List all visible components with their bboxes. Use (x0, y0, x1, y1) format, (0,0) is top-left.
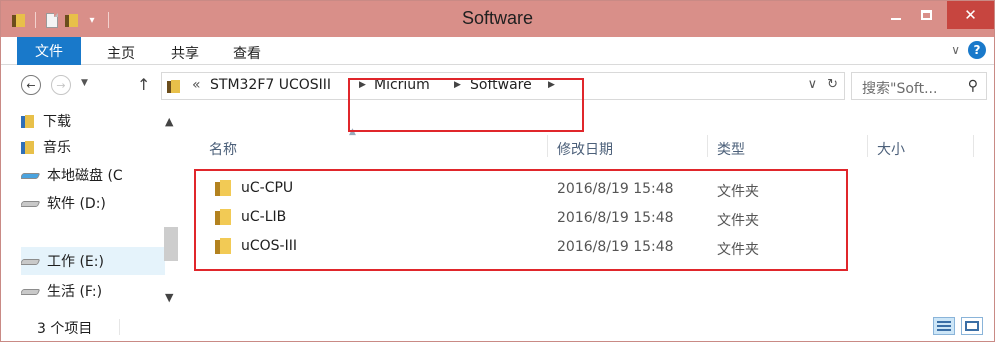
minimize-icon (891, 18, 901, 20)
expand-ribbon-chevron-icon[interactable]: ∨ (951, 43, 960, 57)
nav-item-label: 音乐 (43, 140, 71, 156)
details-view-button[interactable] (933, 317, 955, 335)
breadcrumb-overflow[interactable]: « (192, 77, 201, 93)
nav-item-label: 下载 (43, 114, 71, 130)
search-placeholder: 搜索"Soft... (862, 81, 938, 97)
nav-item-drive-e[interactable]: 工作 (E:) (21, 247, 165, 275)
drive-icon (21, 256, 41, 266)
column-header-size[interactable]: 大小 (877, 139, 905, 159)
nav-item-downloads[interactable]: 下载 (21, 107, 165, 135)
close-button[interactable]: ✕ (947, 1, 994, 29)
nav-item-label: 软件 (D:) (47, 196, 106, 212)
scroll-thumb[interactable] (164, 227, 178, 261)
address-controls: ∨ ↻ (808, 77, 838, 92)
title-bar[interactable]: ▾ Software ✕ (1, 1, 994, 37)
column-header-type[interactable]: 类型 (717, 139, 745, 159)
tab-file[interactable]: 文件 (17, 37, 81, 65)
up-arrow-icon[interactable]: ↑ (137, 75, 150, 94)
nav-item-label: 工作 (E:) (47, 254, 104, 270)
search-box[interactable]: 搜索"Soft... ⚲ (851, 72, 987, 100)
nav-item-drive-f[interactable]: 生活 (F:) (21, 277, 165, 305)
nav-item-drive-d[interactable]: 软件 (D:) (21, 189, 165, 217)
drive-icon (21, 198, 41, 208)
maximize-button[interactable] (911, 1, 941, 29)
os-drive-icon (21, 170, 41, 180)
nav-item-label: 本地磁盘 (C (47, 168, 123, 184)
nav-item-music[interactable]: 音乐 (21, 133, 165, 161)
maximize-icon (920, 10, 932, 20)
search-icon[interactable]: ⚲ (968, 78, 978, 94)
item-count: 3 个项目 (37, 321, 93, 337)
help-icon[interactable]: ? (968, 41, 986, 59)
scroll-up-arrow-icon[interactable]: ▲ (165, 115, 173, 128)
column-header-modified[interactable]: 修改日期 (557, 139, 613, 159)
highlight-box-file-list (194, 169, 848, 271)
drive-icon (21, 286, 41, 296)
large-icons-view-button[interactable] (961, 317, 983, 335)
status-bar: 3 个项目 (1, 311, 994, 341)
highlight-box-breadcrumb (348, 78, 584, 132)
window-controls: ✕ (881, 1, 994, 29)
forward-arrow-icon: → (56, 78, 66, 92)
nav-item-label: 生活 (F:) (47, 284, 103, 300)
explorer-window: ▾ Software ✕ 文件 主页 共享 查看 ∨ ? ← → ▼ ↑ « S… (0, 0, 995, 342)
music-folder-icon (21, 140, 35, 154)
nav-item-drive-c[interactable]: 本地磁盘 (C (21, 161, 165, 189)
back-arrow-icon: ← (26, 78, 36, 92)
window-title: Software (461, 8, 534, 28)
downloads-folder-icon (21, 114, 35, 128)
column-divider[interactable] (547, 135, 548, 157)
tab-view[interactable]: 查看 (233, 43, 261, 63)
recent-locations-chevron-icon[interactable]: ▼ (81, 78, 88, 88)
refresh-icon[interactable]: ↻ (827, 77, 838, 92)
tab-home[interactable]: 主页 (107, 43, 135, 63)
minimize-button[interactable] (881, 1, 911, 29)
navigation-pane: 下载 音乐 本地磁盘 (C 软件 (D:) 工作 (E:) 生活 (F:) ▲ … (1, 105, 183, 311)
status-divider (119, 319, 120, 335)
back-button[interactable]: ← (21, 75, 41, 95)
scroll-down-arrow-icon[interactable]: ▼ (165, 291, 173, 304)
column-divider[interactable] (707, 135, 708, 157)
close-icon: ✕ (964, 6, 977, 24)
ribbon-tabs: 文件 主页 共享 查看 ∨ ? (1, 37, 994, 65)
address-dropdown-icon[interactable]: ∨ (808, 77, 818, 92)
forward-button[interactable]: → (51, 75, 71, 95)
column-divider[interactable] (867, 135, 868, 157)
nav-scrollbar[interactable]: ▲ ▼ (161, 105, 181, 311)
column-divider[interactable] (973, 135, 974, 157)
ribbon-right-controls: ∨ ? (951, 41, 986, 59)
large-icons-view-icon (965, 321, 979, 331)
details-view-icon (937, 321, 951, 331)
breadcrumb-item[interactable]: STM32F7 UCOSIII (210, 77, 331, 93)
folder-icon (167, 79, 181, 93)
column-header-name[interactable]: 名称 (209, 139, 237, 159)
tab-share[interactable]: 共享 (171, 43, 199, 63)
